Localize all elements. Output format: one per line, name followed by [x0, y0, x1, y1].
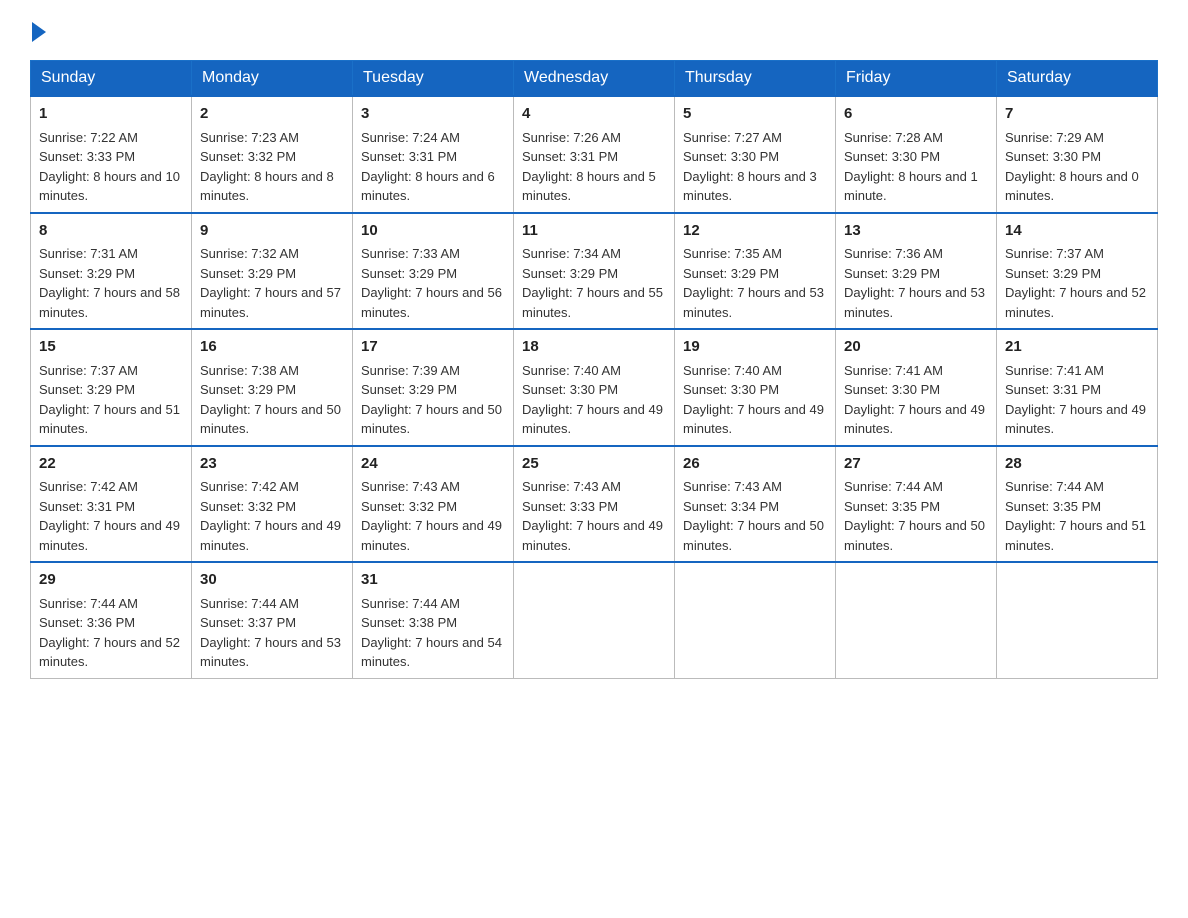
calendar-cell: 14Sunrise: 7:37 AMSunset: 3:29 PMDayligh…: [997, 213, 1158, 330]
calendar-cell: 30Sunrise: 7:44 AMSunset: 3:37 PMDayligh…: [192, 562, 353, 678]
calendar-cell: 3Sunrise: 7:24 AMSunset: 3:31 PMDaylight…: [353, 96, 514, 213]
day-number: 6: [844, 103, 988, 126]
day-number: 4: [522, 103, 666, 126]
calendar-week-row: 1Sunrise: 7:22 AMSunset: 3:33 PMDaylight…: [31, 96, 1158, 213]
calendar-cell: 28Sunrise: 7:44 AMSunset: 3:35 PMDayligh…: [997, 446, 1158, 563]
day-number: 28: [1005, 453, 1149, 476]
calendar-cell: 25Sunrise: 7:43 AMSunset: 3:33 PMDayligh…: [514, 446, 675, 563]
calendar-cell: 15Sunrise: 7:37 AMSunset: 3:29 PMDayligh…: [31, 329, 192, 446]
calendar-day-header: Thursday: [675, 61, 836, 97]
calendar-cell: 2Sunrise: 7:23 AMSunset: 3:32 PMDaylight…: [192, 96, 353, 213]
calendar-week-row: 8Sunrise: 7:31 AMSunset: 3:29 PMDaylight…: [31, 213, 1158, 330]
day-number: 19: [683, 336, 827, 359]
day-number: 8: [39, 220, 183, 243]
day-number: 23: [200, 453, 344, 476]
day-number: 14: [1005, 220, 1149, 243]
day-number: 9: [200, 220, 344, 243]
calendar-cell: 29Sunrise: 7:44 AMSunset: 3:36 PMDayligh…: [31, 562, 192, 678]
day-number: 13: [844, 220, 988, 243]
day-number: 5: [683, 103, 827, 126]
calendar-header-row: SundayMondayTuesdayWednesdayThursdayFrid…: [31, 61, 1158, 97]
calendar-day-header: Monday: [192, 61, 353, 97]
calendar-week-row: 22Sunrise: 7:42 AMSunset: 3:31 PMDayligh…: [31, 446, 1158, 563]
calendar-cell: 19Sunrise: 7:40 AMSunset: 3:30 PMDayligh…: [675, 329, 836, 446]
calendar-cell: [675, 562, 836, 678]
calendar-day-header: Tuesday: [353, 61, 514, 97]
day-number: 22: [39, 453, 183, 476]
day-number: 29: [39, 569, 183, 592]
logo-blue-part: [30, 20, 46, 42]
day-number: 26: [683, 453, 827, 476]
calendar-cell: 10Sunrise: 7:33 AMSunset: 3:29 PMDayligh…: [353, 213, 514, 330]
calendar-cell: 9Sunrise: 7:32 AMSunset: 3:29 PMDaylight…: [192, 213, 353, 330]
logo: [30, 20, 46, 42]
calendar-cell: [514, 562, 675, 678]
day-number: 1: [39, 103, 183, 126]
calendar-cell: 12Sunrise: 7:35 AMSunset: 3:29 PMDayligh…: [675, 213, 836, 330]
calendar-cell: 23Sunrise: 7:42 AMSunset: 3:32 PMDayligh…: [192, 446, 353, 563]
day-number: 21: [1005, 336, 1149, 359]
calendar-cell: [997, 562, 1158, 678]
day-number: 27: [844, 453, 988, 476]
calendar-week-row: 29Sunrise: 7:44 AMSunset: 3:36 PMDayligh…: [31, 562, 1158, 678]
calendar-cell: 22Sunrise: 7:42 AMSunset: 3:31 PMDayligh…: [31, 446, 192, 563]
calendar-cell: 7Sunrise: 7:29 AMSunset: 3:30 PMDaylight…: [997, 96, 1158, 213]
logo-arrow-icon: [32, 22, 46, 42]
calendar-cell: 16Sunrise: 7:38 AMSunset: 3:29 PMDayligh…: [192, 329, 353, 446]
day-number: 18: [522, 336, 666, 359]
calendar-cell: 6Sunrise: 7:28 AMSunset: 3:30 PMDaylight…: [836, 96, 997, 213]
day-number: 20: [844, 336, 988, 359]
day-number: 25: [522, 453, 666, 476]
day-number: 16: [200, 336, 344, 359]
day-number: 3: [361, 103, 505, 126]
calendar-cell: 21Sunrise: 7:41 AMSunset: 3:31 PMDayligh…: [997, 329, 1158, 446]
day-number: 31: [361, 569, 505, 592]
day-number: 24: [361, 453, 505, 476]
calendar-day-header: Sunday: [31, 61, 192, 97]
calendar-day-header: Saturday: [997, 61, 1158, 97]
day-number: 12: [683, 220, 827, 243]
calendar-cell: 18Sunrise: 7:40 AMSunset: 3:30 PMDayligh…: [514, 329, 675, 446]
calendar-day-header: Wednesday: [514, 61, 675, 97]
day-number: 11: [522, 220, 666, 243]
calendar-cell: 8Sunrise: 7:31 AMSunset: 3:29 PMDaylight…: [31, 213, 192, 330]
calendar-cell: 4Sunrise: 7:26 AMSunset: 3:31 PMDaylight…: [514, 96, 675, 213]
calendar-cell: 27Sunrise: 7:44 AMSunset: 3:35 PMDayligh…: [836, 446, 997, 563]
day-number: 15: [39, 336, 183, 359]
calendar-table: SundayMondayTuesdayWednesdayThursdayFrid…: [30, 60, 1158, 679]
calendar-week-row: 15Sunrise: 7:37 AMSunset: 3:29 PMDayligh…: [31, 329, 1158, 446]
calendar-cell: 26Sunrise: 7:43 AMSunset: 3:34 PMDayligh…: [675, 446, 836, 563]
calendar-day-header: Friday: [836, 61, 997, 97]
day-number: 10: [361, 220, 505, 243]
page-header: [30, 20, 1158, 42]
calendar-cell: 24Sunrise: 7:43 AMSunset: 3:32 PMDayligh…: [353, 446, 514, 563]
calendar-cell: 11Sunrise: 7:34 AMSunset: 3:29 PMDayligh…: [514, 213, 675, 330]
calendar-cell: 31Sunrise: 7:44 AMSunset: 3:38 PMDayligh…: [353, 562, 514, 678]
calendar-cell: 20Sunrise: 7:41 AMSunset: 3:30 PMDayligh…: [836, 329, 997, 446]
day-number: 2: [200, 103, 344, 126]
day-number: 7: [1005, 103, 1149, 126]
calendar-cell: 1Sunrise: 7:22 AMSunset: 3:33 PMDaylight…: [31, 96, 192, 213]
calendar-cell: [836, 562, 997, 678]
calendar-cell: 5Sunrise: 7:27 AMSunset: 3:30 PMDaylight…: [675, 96, 836, 213]
calendar-cell: 13Sunrise: 7:36 AMSunset: 3:29 PMDayligh…: [836, 213, 997, 330]
day-number: 30: [200, 569, 344, 592]
day-number: 17: [361, 336, 505, 359]
calendar-cell: 17Sunrise: 7:39 AMSunset: 3:29 PMDayligh…: [353, 329, 514, 446]
